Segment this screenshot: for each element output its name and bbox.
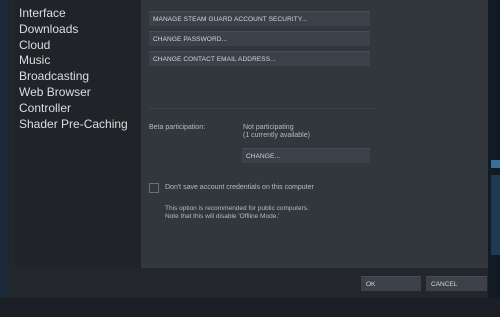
credentials-note: This option is recommended for public co… bbox=[165, 205, 309, 212]
dont-save-credentials-checkbox[interactable] bbox=[149, 183, 159, 193]
beta-participation-label: Beta participation: bbox=[149, 124, 206, 131]
change-email-button[interactable]: CHANGE CONTACT EMAIL ADDRESS... bbox=[149, 51, 370, 66]
sidebar-item-interface[interactable]: Interface bbox=[19, 5, 66, 21]
background-artwork bbox=[491, 160, 500, 168]
offline-mode-note: Note that this will disable 'Offline Mod… bbox=[165, 213, 280, 220]
sidebar-item-controller[interactable]: Controller bbox=[19, 100, 71, 116]
sidebar-item-downloads[interactable]: Downloads bbox=[19, 21, 78, 37]
beta-status: Not participating bbox=[243, 124, 294, 131]
background-artwork bbox=[491, 175, 500, 255]
sidebar-item-web-browser[interactable]: Web Browser bbox=[19, 84, 91, 100]
sidebar-item-shader-pre-caching[interactable]: Shader Pre-Caching bbox=[19, 116, 128, 132]
manage-steam-guard-button[interactable]: MANAGE STEAM GUARD ACCOUNT SECURITY... bbox=[149, 11, 370, 26]
background-footer bbox=[0, 298, 500, 317]
settings-dialog: Interface Downloads Cloud Music Broadcas… bbox=[10, 0, 488, 298]
dont-save-credentials-label[interactable]: Don't save account credentials on this c… bbox=[165, 184, 314, 191]
sidebar-item-broadcasting[interactable]: Broadcasting bbox=[19, 68, 89, 84]
beta-available-count: (1 currently available) bbox=[243, 132, 310, 139]
ok-button[interactable]: OK bbox=[361, 276, 421, 291]
cancel-button[interactable]: CANCEL bbox=[426, 276, 487, 291]
sidebar-item-music[interactable]: Music bbox=[19, 52, 50, 68]
settings-sidebar: Interface Downloads Cloud Music Broadcas… bbox=[15, 0, 141, 268]
change-password-button[interactable]: CHANGE PASSWORD... bbox=[149, 31, 370, 46]
sidebar-item-cloud[interactable]: Cloud bbox=[19, 37, 50, 53]
background-strip bbox=[488, 0, 500, 317]
change-beta-button[interactable]: CHANGE... bbox=[242, 148, 370, 163]
section-divider bbox=[149, 108, 374, 109]
